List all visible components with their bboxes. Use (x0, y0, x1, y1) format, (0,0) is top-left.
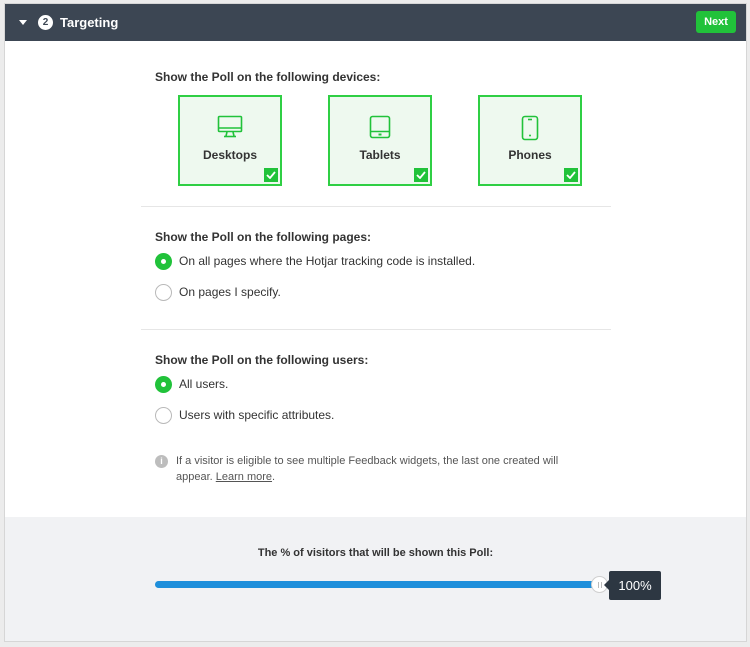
pages-label: Show the Poll on the following pages: (155, 230, 371, 244)
radio-button[interactable] (155, 284, 172, 301)
targeting-panel: 2 Targeting Next Show the Poll on the fo… (4, 3, 747, 642)
visitor-percentage-footer: The % of visitors that will be shown thi… (5, 517, 746, 641)
collapse-caret-icon[interactable] (19, 20, 27, 25)
radio-label: On all pages where the Hotjar tracking c… (179, 254, 476, 268)
visitors-percent-label: The % of visitors that will be shown thi… (257, 547, 494, 559)
users-label: Show the Poll on the following users: (155, 353, 369, 367)
checkmark-icon[interactable] (264, 168, 278, 182)
learn-more-link[interactable]: Learn more (216, 471, 272, 483)
slider-value-tooltip: 100% (604, 571, 661, 600)
section-divider (141, 329, 611, 330)
desktop-icon (217, 115, 243, 138)
visitor-percent-slider[interactable] (155, 576, 608, 593)
phone-icon (521, 115, 539, 141)
section-title: Targeting (60, 15, 119, 30)
step-number-badge: 2 (38, 15, 53, 30)
radio-label: Users with specific attributes. (179, 408, 335, 422)
device-label-phones: Phones (508, 148, 552, 162)
checkmark-icon[interactable] (414, 168, 428, 182)
section-divider (141, 206, 611, 207)
device-option-phones[interactable]: Phones (478, 95, 582, 186)
device-label-desktops: Desktops (202, 148, 258, 162)
info-note: If a visitor is eligible to see multiple… (176, 453, 566, 485)
radio-button[interactable] (155, 407, 172, 424)
radio-button[interactable] (155, 253, 172, 270)
device-option-tablets[interactable]: Tablets (328, 95, 432, 186)
info-note-suffix: . (272, 471, 276, 483)
device-option-desktops[interactable]: Desktops (178, 95, 282, 186)
slider-fill (155, 581, 599, 588)
next-button[interactable]: Next (696, 11, 736, 33)
checkmark-icon[interactable] (564, 168, 578, 182)
device-options: Desktops Tablets Phones (178, 95, 588, 187)
devices-label: Show the Poll on the following devices: (155, 70, 381, 84)
radio-label: All users. (179, 377, 229, 391)
tablet-icon (369, 115, 391, 139)
targeting-header[interactable]: 2 Targeting Next (5, 4, 746, 41)
radio-label: On pages I specify. (179, 285, 281, 299)
info-icon: i (155, 455, 168, 468)
device-label-tablets: Tablets (359, 148, 401, 162)
radio-button[interactable] (155, 376, 172, 393)
